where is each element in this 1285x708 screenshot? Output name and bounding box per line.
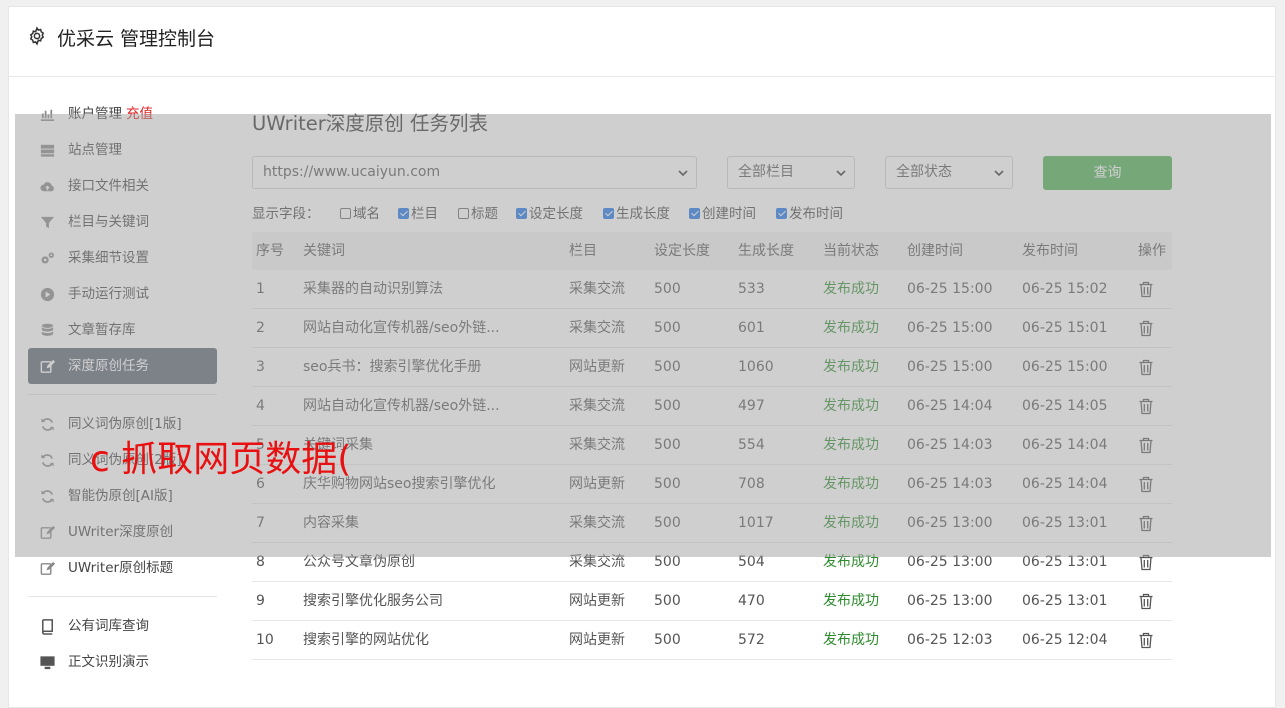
- table-cell: 搜索引擎的网站优化: [303, 632, 429, 648]
- book-icon: [42, 619, 53, 635]
- table-cell: 9: [256, 593, 265, 609]
- table-cell: 搜索引擎优化服务公司: [303, 593, 443, 609]
- table-cell: 网站更新: [569, 593, 625, 609]
- console-title: 优采云 管理控制台: [57, 28, 216, 50]
- page-header: 优采云 管理控制台: [8, 6, 1274, 77]
- table-cell: 572: [738, 632, 765, 648]
- trash-icon[interactable]: [1138, 632, 1154, 649]
- table-cell: 网站更新: [569, 632, 625, 648]
- table-cell: 470: [738, 593, 765, 609]
- sidebar-item-label: UWriter原创标题: [68, 560, 174, 576]
- sidebar-item-label: 正文识别演示: [68, 654, 149, 670]
- gray-overlay: [15, 114, 1271, 557]
- table-row: 10 搜索引擎的网站优化 网站更新 500 572 发布成功 06-25 12:03 06-2…: [252, 621, 1172, 660]
- status-text: 发布成功: [823, 593, 879, 609]
- trash-icon[interactable]: [1138, 593, 1154, 610]
- table-cell: 06-25 13:01: [1022, 593, 1108, 609]
- table-cell: 06-25 12:03: [907, 632, 993, 648]
- status-text: 发布成功: [823, 632, 879, 648]
- table-cell: 06-25 13:00: [907, 593, 993, 609]
- table-row: 9 搜索引擎优化服务公司 网站更新 500 470 发布成功 06-25 13:00 06-2…: [252, 582, 1172, 621]
- table-cell: 500: [654, 632, 681, 648]
- overlay-caption: c 抓取网页数据(: [90, 439, 352, 480]
- gear-icon[interactable]: [27, 26, 47, 46]
- edit-icon: [40, 561, 56, 575]
- table-cell: 06-25 12:04: [1022, 632, 1108, 648]
- sidebar-divider: [28, 596, 217, 597]
- table-cell: 10: [256, 632, 274, 648]
- monitor-icon: [40, 656, 55, 670]
- sidebar-item-group3-1[interactable]: 正文识别演示: [28, 644, 217, 680]
- sidebar-item-label: 公有词库查询: [68, 618, 149, 634]
- table-cell: 500: [654, 593, 681, 609]
- sidebar-item-group3-0[interactable]: 公有词库查询: [28, 608, 217, 644]
